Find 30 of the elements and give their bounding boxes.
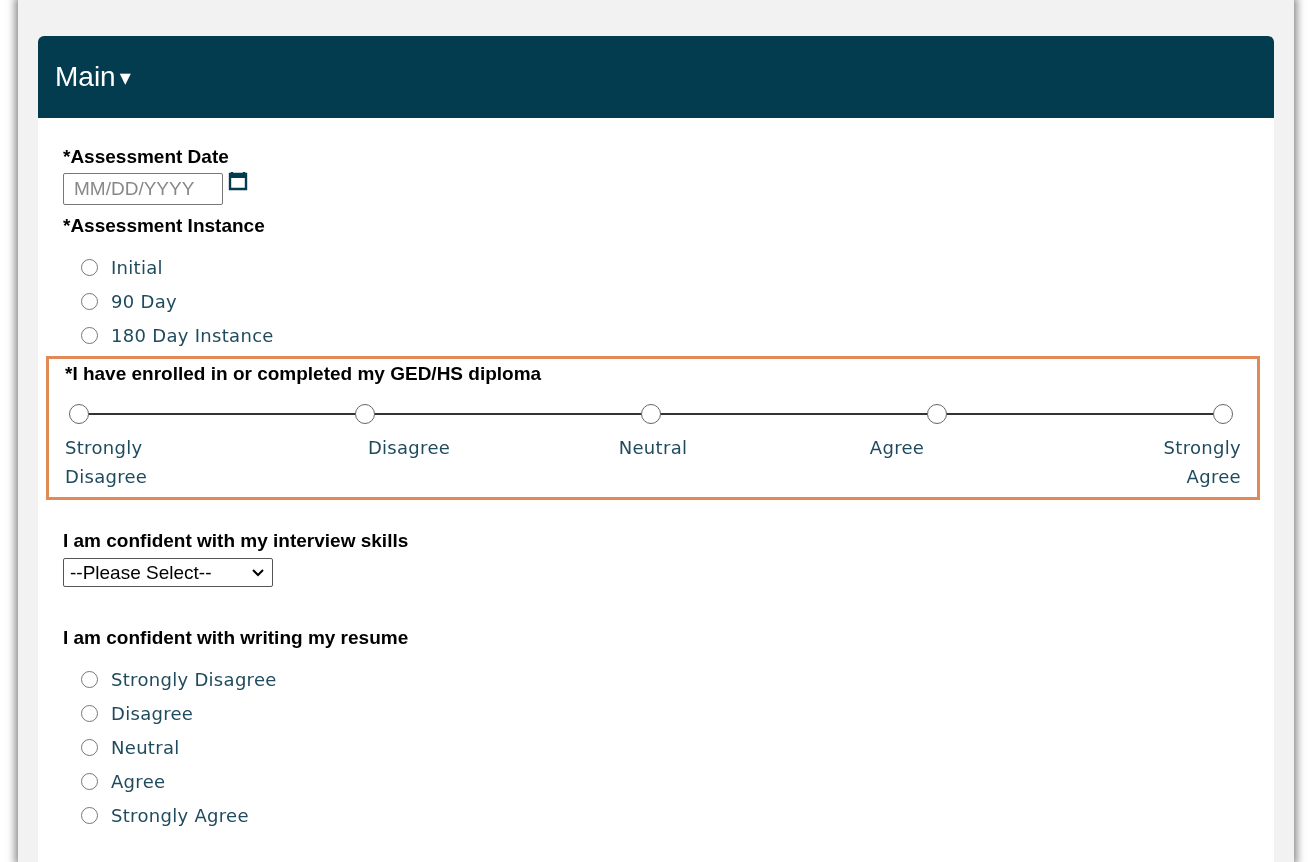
field-label: *Assessment Date xyxy=(63,146,230,168)
scale-point[interactable] xyxy=(641,404,661,424)
calendar-icon[interactable] xyxy=(227,170,249,192)
dropdown[interactable]: --Please Select-- xyxy=(63,558,273,587)
scale-point[interactable] xyxy=(355,404,375,424)
radio-label[interactable]: Initial xyxy=(111,257,163,278)
radio-label[interactable]: Strongly Disagree xyxy=(111,669,277,690)
scale-label: Neutral xyxy=(618,436,688,460)
date-field[interactable]: MM/DD/YYYY xyxy=(63,173,223,205)
caret-icon[interactable]: ▾ xyxy=(119,64,131,90)
radio-label[interactable]: Agree xyxy=(111,771,166,792)
field-label: *I have enrolled in or completed my GED/HS diploma xyxy=(65,363,543,385)
scale-label: Agree xyxy=(869,436,925,460)
radio-label[interactable]: Strongly Agree xyxy=(111,805,249,826)
scale-label: Strongly Agree xyxy=(1162,436,1241,489)
radio-label[interactable]: 180 Day Instance xyxy=(111,325,274,346)
scale-label: Strongly Disagree xyxy=(65,436,149,489)
field-label: I am confident with writing my resume xyxy=(63,627,410,649)
field-label: I am confident with my interview skills xyxy=(63,530,410,552)
radio-label[interactable]: Neutral xyxy=(111,737,180,758)
panel-title[interactable]: Main xyxy=(55,61,116,93)
radio-label[interactable]: Disagree xyxy=(111,703,194,724)
scale-point[interactable] xyxy=(69,404,89,424)
scale-point[interactable] xyxy=(1213,404,1233,424)
chevron-down-icon[interactable] xyxy=(252,568,264,577)
scale-label: Disagree xyxy=(367,436,451,460)
radio-label[interactable]: 90 Day xyxy=(111,291,177,312)
scale-point[interactable] xyxy=(927,404,947,424)
panel-header[interactable]: Main▾ xyxy=(38,36,1274,118)
field-label: *Assessment Instance xyxy=(63,215,266,237)
